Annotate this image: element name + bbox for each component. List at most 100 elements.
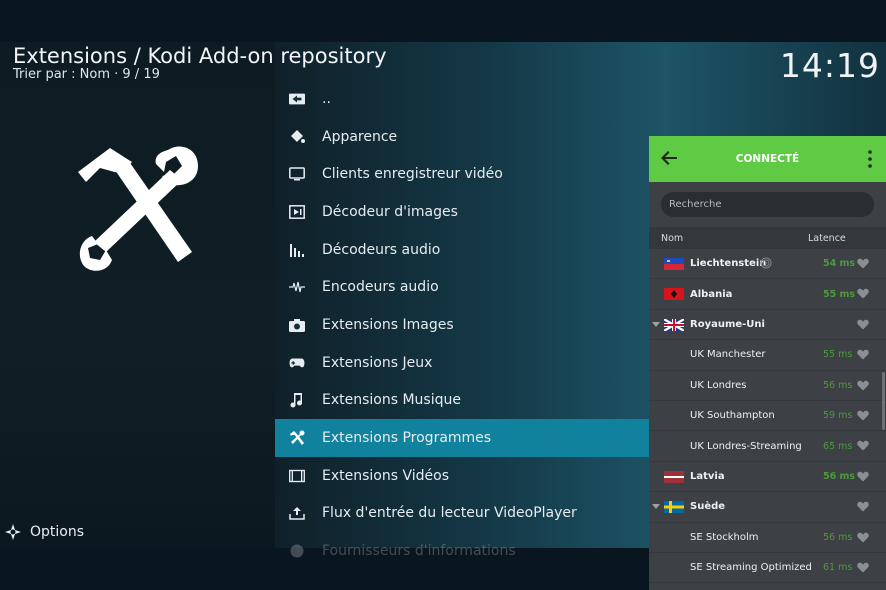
list-item-label: Encodeurs audio xyxy=(322,279,439,296)
upload-icon xyxy=(289,505,305,521)
server-name: UK Manchester xyxy=(690,349,766,361)
list-item-label: Extensions Vidéos xyxy=(322,467,449,484)
left-panel xyxy=(0,42,275,548)
server-row-uk-manchester[interactable]: UK Manchester 55 ms xyxy=(649,340,886,371)
options-button[interactable]: Options xyxy=(4,523,84,541)
tools-icon xyxy=(289,430,305,446)
server-latency: 65 ms xyxy=(823,440,853,452)
music-note-icon xyxy=(289,392,305,408)
list-item-extensions-jeux[interactable]: Extensions Jeux xyxy=(275,344,649,382)
server-row-se-streaming-optimized[interactable]: SE Streaming Optimized 61 ms xyxy=(649,553,886,584)
clock: 14:19 xyxy=(779,46,880,85)
server-name: UK Londres xyxy=(690,379,747,391)
column-latency[interactable]: Latence xyxy=(808,233,846,244)
image-decoder-icon xyxy=(289,204,305,220)
favorite-heart-icon[interactable] xyxy=(857,258,869,269)
expand-caret-icon[interactable] xyxy=(652,504,660,510)
favorite-heart-icon[interactable] xyxy=(857,288,869,299)
list-item-clients-enregistreur[interactable]: Clients enregistreur vidéo xyxy=(275,155,649,193)
server-name: Latvia xyxy=(690,470,725,482)
list-item-fournisseurs-informations[interactable]: Fournisseurs d'informations xyxy=(275,532,649,570)
server-latency: 54 ms xyxy=(823,258,856,270)
server-name: SE Streaming Optimized xyxy=(690,562,812,574)
sweden-flag-icon xyxy=(664,501,684,514)
list-item-extensions-videos[interactable]: Extensions Vidéos xyxy=(275,457,649,495)
list-item-extensions-programmes[interactable]: Extensions Programmes xyxy=(275,419,649,457)
liechtenstein-flag-icon xyxy=(664,258,684,270)
fingerprint-icon xyxy=(760,257,772,269)
vpn-header: CONNECTÉ xyxy=(649,136,886,182)
server-name: UK Londres-Streaming xyxy=(690,440,802,452)
favorite-heart-icon[interactable] xyxy=(857,349,869,360)
vpn-scrollbar[interactable] xyxy=(882,372,885,430)
parent-folder-icon xyxy=(289,91,305,107)
list-item-decodeur-images[interactable]: Décodeur d'images xyxy=(275,193,649,231)
favorite-heart-icon[interactable] xyxy=(857,471,869,482)
waveform-icon xyxy=(289,279,305,295)
film-icon xyxy=(289,468,305,484)
options-icon xyxy=(5,524,21,540)
list-item-parent[interactable]: .. xyxy=(275,80,649,118)
server-latency: 56 ms xyxy=(823,379,853,391)
server-latency: 56 ms xyxy=(823,531,853,543)
uk-flag-icon xyxy=(664,318,684,331)
server-row-latvia[interactable]: Latvia 56 ms xyxy=(649,462,886,493)
list-item-extensions-images[interactable]: Extensions Images xyxy=(275,306,649,344)
server-row-uk-londres-streaming[interactable]: UK Londres-Streaming 65 ms xyxy=(649,431,886,462)
server-row-uk-londres[interactable]: UK Londres 56 ms xyxy=(649,371,886,401)
list-item-label: Clients enregistreur vidéo xyxy=(322,166,503,183)
list-item-label: Fournisseurs d'informations xyxy=(322,543,516,560)
server-list-header: Nom Latence xyxy=(649,227,886,249)
server-latency: 59 ms xyxy=(823,410,853,422)
info-icon xyxy=(289,543,305,559)
addon-category-list: .. Apparence Clients enregistreur vidéo … xyxy=(275,80,649,570)
server-latency: 61 ms xyxy=(823,562,853,574)
list-item-decodeurs-audio[interactable]: Décodeurs audio xyxy=(275,231,649,269)
back-arrow-icon[interactable] xyxy=(661,150,677,166)
connection-status: CONNECTÉ xyxy=(735,153,800,165)
list-item-label: Extensions Jeux xyxy=(322,354,433,371)
paint-bucket-icon xyxy=(289,129,305,145)
list-item-label: Décodeur d'images xyxy=(322,203,458,220)
list-item-label: Extensions Programmes xyxy=(322,430,492,447)
server-latency: 55 ms xyxy=(823,349,853,361)
server-row-suede[interactable]: Suède xyxy=(649,492,886,523)
list-item-extensions-musique[interactable]: Extensions Musique xyxy=(275,382,649,420)
albania-flag-icon xyxy=(664,288,684,301)
server-latency: 56 ms xyxy=(823,470,856,482)
server-search-input[interactable]: Recherche xyxy=(661,192,874,217)
list-item-label: .. xyxy=(322,90,331,107)
search-placeholder: Recherche xyxy=(669,199,722,210)
favorite-heart-icon[interactable] xyxy=(857,440,869,451)
sort-info[interactable]: Trier par : Nom · 9 / 19 xyxy=(13,67,160,82)
column-name[interactable]: Nom xyxy=(661,233,683,244)
server-row-royaume-uni[interactable]: Royaume-Uni xyxy=(649,310,886,341)
server-row-uk-southampton[interactable]: UK Southampton 59 ms xyxy=(649,401,886,432)
favorite-heart-icon[interactable] xyxy=(857,319,869,330)
page-title: Extensions / Kodi Add-on repository xyxy=(13,44,387,68)
server-row-liechtenstein[interactable]: Liechtenstein 54 ms xyxy=(649,249,886,280)
server-row-se-stockholm[interactable]: SE Stockholm 56 ms xyxy=(649,523,886,553)
vpn-overlay-panel: CONNECTÉ Recherche Nom Latence Liechtens… xyxy=(649,136,886,590)
list-item-apparence[interactable]: Apparence xyxy=(275,118,649,156)
server-name: SE Stockholm xyxy=(690,531,759,543)
server-name: Liechtenstein xyxy=(690,258,767,270)
favorite-heart-icon[interactable] xyxy=(857,562,869,573)
favorite-heart-icon[interactable] xyxy=(857,410,869,421)
server-name: UK Southampton xyxy=(690,410,775,422)
tv-icon xyxy=(289,166,305,182)
options-label: Options xyxy=(30,524,85,540)
favorite-heart-icon[interactable] xyxy=(857,501,869,512)
server-row-albania[interactable]: Albania 55 ms xyxy=(649,279,886,310)
list-item-flux-entree[interactable]: Flux d'entrée du lecteur VideoPlayer xyxy=(275,495,649,533)
more-vertical-icon[interactable] xyxy=(868,150,872,168)
favorite-heart-icon[interactable] xyxy=(857,532,869,543)
server-name: Royaume-Uni xyxy=(690,318,765,330)
favorite-heart-icon[interactable] xyxy=(857,380,869,391)
list-item-encodeurs-audio[interactable]: Encodeurs audio xyxy=(275,268,649,306)
expand-caret-icon[interactable] xyxy=(652,321,660,327)
latvia-flag-icon xyxy=(664,470,684,483)
list-item-label: Flux d'entrée du lecteur VideoPlayer xyxy=(322,505,577,522)
server-name: Suède xyxy=(690,501,726,513)
hammer-wrench-icon xyxy=(78,146,198,271)
